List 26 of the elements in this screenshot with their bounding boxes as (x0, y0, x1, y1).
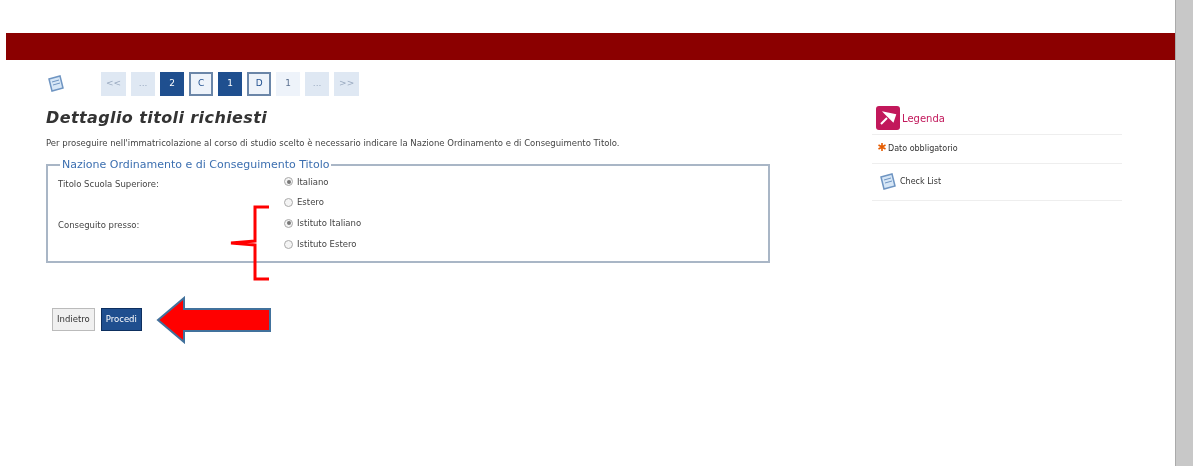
radio-option[interactable]: Italiano (284, 175, 329, 189)
radio-button[interactable] (284, 239, 293, 249)
legend-title: Legenda (902, 111, 945, 126)
intro-text: Per proseguire nell'immatricolazione al corso di studio scelto è necessario indicare la Nazione Ordinamento e di Conseguimento Titolo. (46, 138, 621, 149)
asterisk-icon (878, 143, 886, 151)
radio-button[interactable] (284, 198, 293, 208)
radio-button[interactable] (284, 177, 293, 187)
sidebar-item: Dato obbligatorio (888, 143, 958, 155)
page-title: Dettaglio titoli richiesti (46, 107, 269, 129)
clipboard-icon (878, 172, 898, 192)
clipboard-icon (46, 74, 66, 94)
fieldset-legend: Nazione Ordinamento e di Conseguimento Titolo (60, 157, 332, 174)
back-button[interactable]: Indietro (52, 308, 95, 331)
sidebar-item: Check List (900, 176, 942, 188)
radio-option[interactable]: Estero (284, 196, 329, 209)
radio-button[interactable] (284, 218, 293, 228)
pager-button[interactable]: D (247, 72, 272, 96)
field-label: Conseguito presso: (58, 219, 141, 232)
pager-button[interactable]: 2 (160, 72, 185, 96)
pager-button[interactable]: 1 (276, 72, 301, 96)
pager-button[interactable]: 1 (218, 72, 243, 96)
pager-button[interactable]: C (189, 72, 214, 96)
proceed-button[interactable]: Procedi (100, 308, 142, 331)
radio-option[interactable]: Istituto Italiano (284, 217, 362, 230)
field-label: Titolo Scuola Superiore: (58, 177, 160, 191)
radio-option[interactable]: Istituto Estero (284, 237, 362, 251)
